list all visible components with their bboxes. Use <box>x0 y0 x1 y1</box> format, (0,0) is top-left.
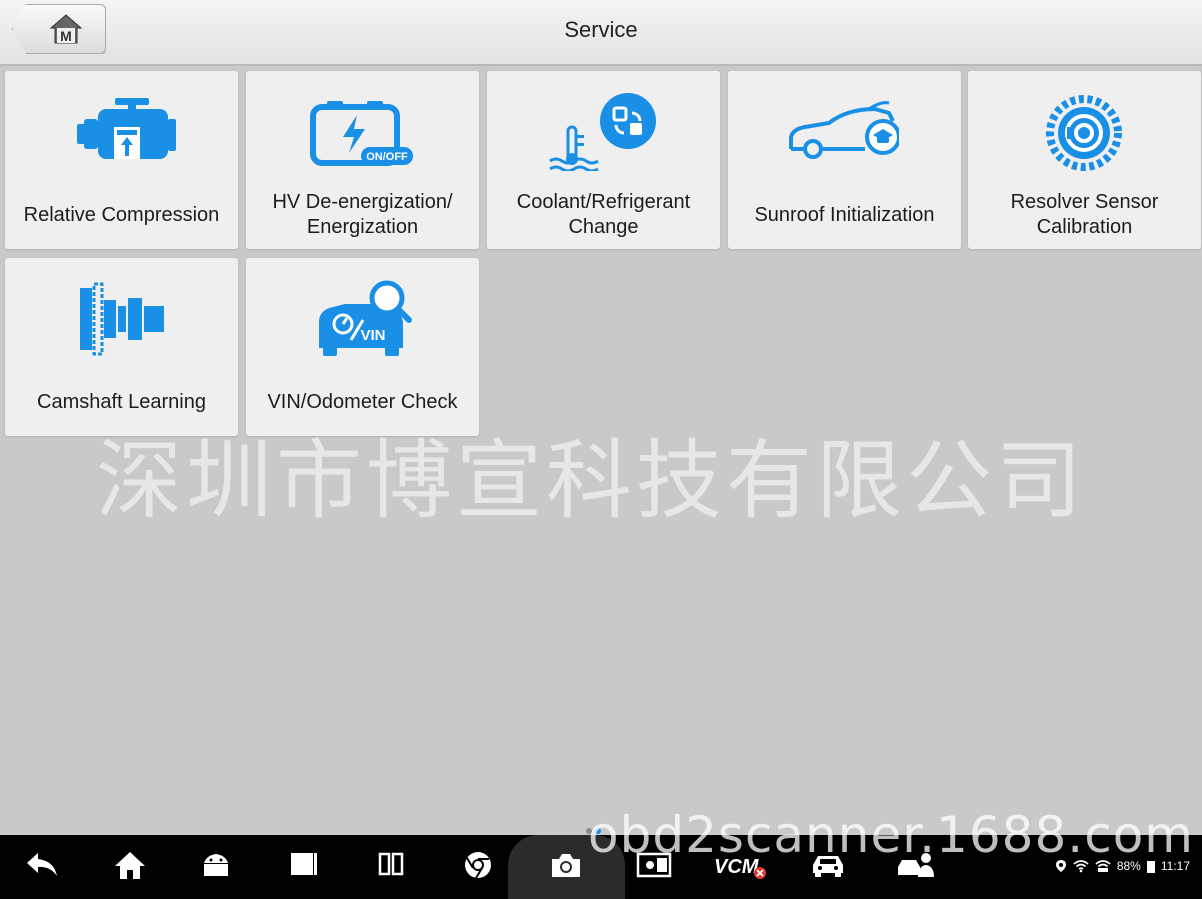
tile-label: Coolant/Refrigerant Change <box>516 191 691 238</box>
svg-text:ON/OFF: ON/OFF <box>366 151 408 163</box>
tile-label: Sunroof Initialization <box>754 203 935 226</box>
watermark-site: obd2scanner.1688.com <box>588 806 1194 864</box>
chrome-icon[interactable] <box>458 849 498 885</box>
header-bar: M Service <box>0 0 1202 66</box>
home-icon[interactable] <box>110 849 150 885</box>
coolant-icon <box>549 93 656 171</box>
camera-icon[interactable] <box>546 849 586 885</box>
svg-text:VIN: VIN <box>360 327 385 344</box>
tile-resolver-sensor[interactable]: Resolver Sensor Calibration <box>968 71 1201 249</box>
resolver-gear-icon <box>1046 95 1122 171</box>
vin-check-icon: VIN <box>319 280 412 356</box>
window-icon[interactable] <box>284 849 324 885</box>
car-sunroof-icon <box>789 101 899 159</box>
watermark-company: 深圳市博宣科技有限公司 <box>96 431 1086 531</box>
tile-label: HV De-energization/ Energization <box>272 191 453 238</box>
tile-label: Resolver Sensor Calibration <box>1010 191 1159 238</box>
tile-label: Relative Compression <box>23 203 220 226</box>
split-icon[interactable] <box>371 849 411 885</box>
tile-relative-compression[interactable]: Relative Compression <box>5 71 238 249</box>
camshaft-icon <box>80 282 164 356</box>
tile-sunroof-initialization[interactable]: Sunroof Initialization <box>728 71 961 249</box>
tile-hv-deenergization[interactable]: ON/OFF HV De-energization/ Energization <box>246 71 479 249</box>
back-icon[interactable] <box>22 849 62 885</box>
battery-onoff-icon: ON/OFF <box>310 101 413 166</box>
engine-icon <box>77 98 176 159</box>
tile-coolant-refrigerant[interactable]: Coolant/Refrigerant Change <box>487 71 720 249</box>
page-title: Service <box>564 17 638 42</box>
android-icon[interactable] <box>196 849 236 885</box>
